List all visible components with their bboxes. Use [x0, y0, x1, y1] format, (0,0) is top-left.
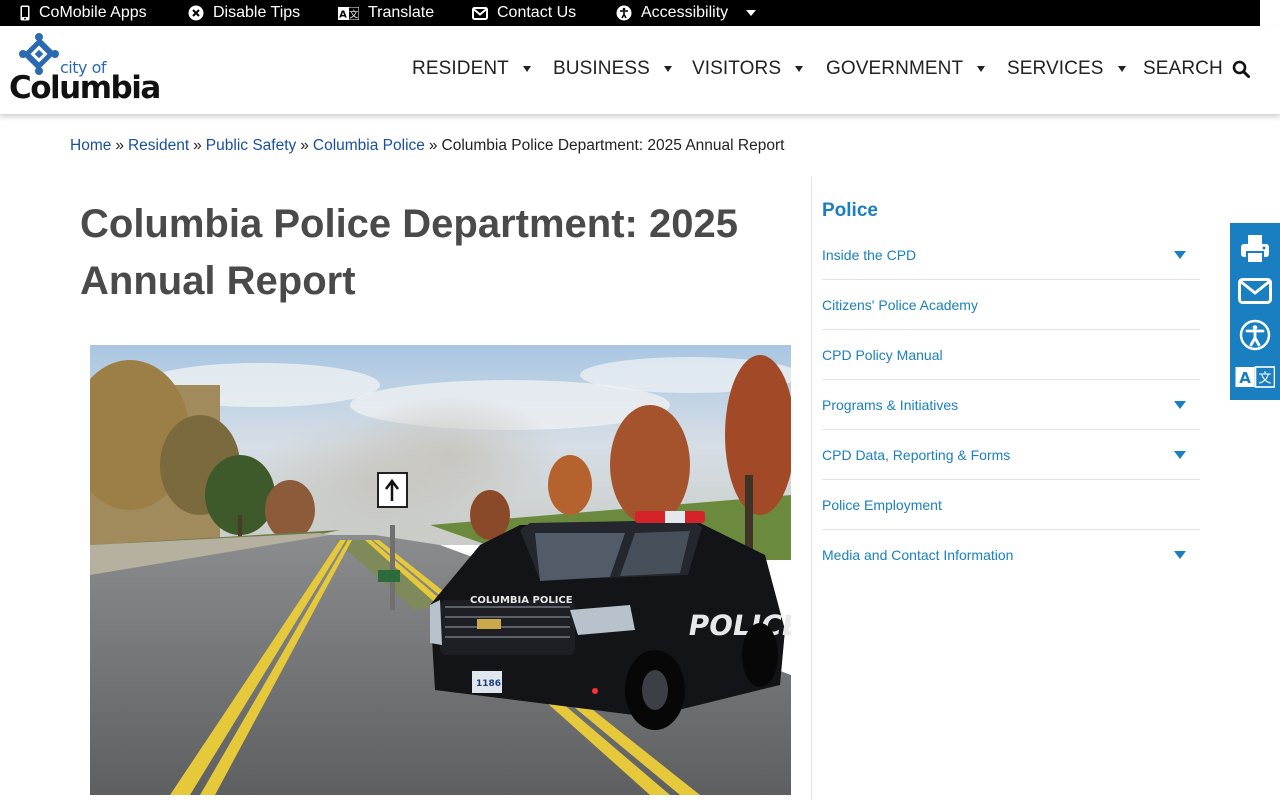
nav-business-label: BUSINESS [553, 58, 650, 79]
sidebar-item-media-contact-information[interactable]: Media and Contact Information [822, 530, 1200, 580]
contact-us-label: Contact Us [497, 4, 577, 21]
svg-text:文: 文 [349, 8, 358, 20]
sidebar-item-cpd-policy-manual[interactable]: CPD Policy Manual [822, 330, 1200, 380]
search-icon [1232, 60, 1250, 78]
police-car-photo: COLUMBIA POLICE POLICE 1186 [90, 345, 791, 795]
mobile-apps-link[interactable]: CoMobile Apps [20, 0, 147, 26]
chevron-down-icon [746, 10, 757, 16]
sidebar-item-label: Inside the CPD [822, 246, 917, 263]
chevron-down-icon [1117, 66, 1126, 72]
breadcrumb-home[interactable]: Home [70, 137, 111, 154]
translate-button[interactable]: A文 [1230, 356, 1280, 398]
chevron-down-icon [977, 66, 986, 72]
breadcrumb-separator: » [428, 137, 438, 154]
sidebar-item-label: Police Employment [822, 496, 942, 513]
sidebar-item-label: CPD Data, Reporting & Forms [822, 446, 1011, 463]
breadcrumb-separator: » [300, 137, 309, 154]
expand-caret-icon[interactable] [1174, 551, 1186, 559]
accessibility-label: Accessibility [641, 4, 729, 21]
mobile-apps-label: CoMobile Apps [39, 4, 147, 21]
translate-icon: A文 [338, 6, 359, 20]
sidebar-item-citizens-police-academy[interactable]: Citizens' Police Academy [822, 280, 1200, 330]
sidebar-nav: Inside the CPD Citizens' Police Academy … [822, 230, 1200, 580]
email-icon [1238, 278, 1272, 304]
nav-resident-label: RESIDENT [412, 58, 509, 79]
car-door-text: POLICE [686, 609, 791, 642]
expand-caret-icon[interactable] [1174, 450, 1186, 459]
nav-services[interactable]: SERVICES [1007, 58, 1126, 80]
chevron-down-icon [663, 66, 672, 72]
breadcrumb-resident[interactable]: Resident [128, 137, 189, 154]
sidebar-item-programs-initiatives[interactable]: Programs & Initiatives [822, 380, 1200, 430]
envelope-icon [472, 6, 488, 20]
nav-resident[interactable]: RESIDENT [412, 58, 531, 80]
sidebar-item-label: Citizens' Police Academy [822, 296, 978, 313]
chevron-down-icon [795, 66, 804, 72]
sidebar-title[interactable]: Police [822, 200, 878, 222]
accessibility-button[interactable] [1230, 314, 1280, 356]
close-circle-icon [188, 5, 204, 21]
breadcrumb: Home» Resident» Public Safety» Columbia Pol… [70, 137, 784, 155]
car-badge-text: COLUMBIA POLICE [470, 595, 573, 606]
breadcrumb-separator: » [115, 137, 124, 154]
nav-government-label: GOVERNMENT [826, 58, 964, 79]
sidebar-item-label: Media and Contact Information [822, 547, 1014, 563]
car-plate-text: 1186 [476, 679, 501, 689]
contact-us-link[interactable]: Contact Us [472, 0, 576, 26]
site-header: city of Columbia RESIDENT BUSINESS VISIT… [0, 26, 1280, 114]
nav-search-label: SEARCH [1143, 58, 1223, 79]
expand-caret-icon[interactable] [1174, 250, 1186, 259]
sidebar-item-label: CPD Policy Manual [822, 346, 943, 363]
breadcrumb-columbia-police[interactable]: Columbia Police [313, 137, 425, 154]
utility-bar: CoMobile Apps Disable Tips A文 Translate … [0, 0, 1260, 26]
print-button[interactable] [1230, 228, 1280, 270]
nav-government[interactable]: GOVERNMENT [826, 58, 986, 80]
svg-text:文: 文 [1258, 372, 1271, 387]
sidebar-item-label: Programs & Initiatives [822, 396, 959, 413]
sidebar-item-police-employment[interactable]: Police Employment [822, 480, 1200, 530]
svg-text:A: A [1239, 369, 1251, 387]
accessibility-icon [1239, 319, 1271, 351]
mobile-phone-icon [20, 5, 30, 21]
accessibility-menu[interactable]: Accessibility [616, 0, 757, 26]
nav-visitors[interactable]: VISITORS [692, 58, 804, 80]
nav-search[interactable]: SEARCH [1143, 58, 1250, 80]
breadcrumb-current: Columbia Police Department: 2025 Annual … [441, 137, 785, 154]
translate-label: Translate [368, 4, 435, 21]
nav-visitors-label: VISITORS [692, 58, 782, 79]
sidebar-divider [811, 177, 812, 800]
breadcrumb-separator: » [193, 137, 202, 154]
expand-caret-icon[interactable] [1174, 400, 1186, 409]
share-toolbar: A文 [1230, 223, 1280, 400]
main-nav: RESIDENT BUSINESS VISITORS GOVERNMENT SE… [0, 26, 1280, 114]
translate-link[interactable]: A文 Translate [338, 0, 434, 26]
nav-services-label: SERVICES [1007, 58, 1104, 79]
translate-icon: A文 [1235, 366, 1275, 388]
chevron-down-icon [522, 66, 531, 72]
nav-business[interactable]: BUSINESS [553, 58, 672, 80]
email-button[interactable] [1230, 270, 1280, 312]
disable-tips-label: Disable Tips [213, 4, 301, 21]
sidebar-item-inside-the-cpd[interactable]: Inside the CPD [822, 230, 1200, 280]
disable-tips-link[interactable]: Disable Tips [188, 0, 300, 26]
svg-text:A: A [339, 9, 347, 20]
accessibility-icon [616, 5, 632, 21]
hero-image: COLUMBIA POLICE POLICE 1186 [90, 345, 791, 795]
breadcrumb-public-safety[interactable]: Public Safety [206, 137, 296, 154]
page-title: Columbia Police Department: 2025 Annual … [80, 202, 738, 303]
sidebar-item-cpd-data-reporting-forms[interactable]: CPD Data, Reporting & Forms [822, 430, 1200, 480]
print-icon [1241, 235, 1269, 264]
